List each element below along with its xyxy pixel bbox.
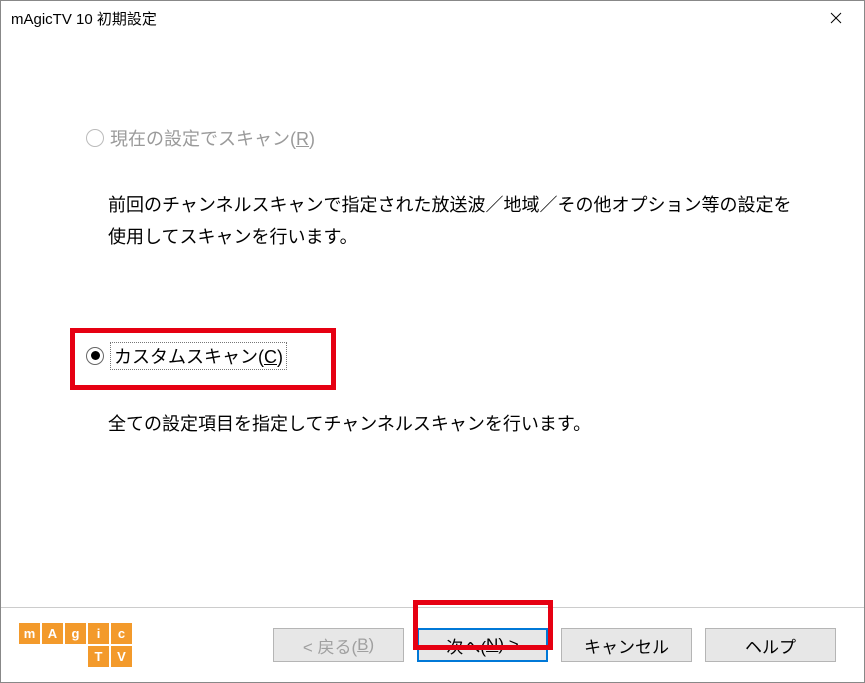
logo-letter: A bbox=[42, 623, 63, 644]
close-icon bbox=[830, 12, 842, 24]
logo-row-1: m A g i c bbox=[19, 623, 132, 644]
dialog-window: mAgicTV 10 初期設定 現在の設定でスキャン(R) 前回のチャンネルスキ… bbox=[0, 0, 865, 683]
help-button[interactable]: ヘルプ bbox=[705, 628, 836, 662]
cancel-button[interactable]: キャンセル bbox=[561, 628, 692, 662]
logo-letter: i bbox=[88, 623, 109, 644]
footer: m A g i c T V < 戻る(B) 次へ(N) > キャンセル ヘルプ bbox=[1, 607, 864, 682]
option-current-scan: 現在の設定でスキャン(R) 前回のチャンネルスキャンで指定された放送波／地域／そ… bbox=[86, 125, 804, 254]
option-current-desc: 前回のチャンネルスキャンで指定された放送波／地域／その他オプション等の設定を使用… bbox=[108, 189, 804, 254]
logo-letter: V bbox=[111, 646, 132, 667]
back-button: < 戻る(B) bbox=[273, 628, 404, 662]
logo-letter: m bbox=[19, 623, 40, 644]
radio-label: カスタムスキャン(C) bbox=[110, 342, 287, 370]
radio-current-scan[interactable]: 現在の設定でスキャン(R) bbox=[86, 125, 804, 151]
logo-letter: c bbox=[111, 623, 132, 644]
window-title: mAgicTV 10 初期設定 bbox=[11, 8, 157, 29]
logo-letter: g bbox=[65, 623, 86, 644]
logo-letter: T bbox=[88, 646, 109, 667]
option-custom-desc: 全ての設定項目を指定してチャンネルスキャンを行います。 bbox=[108, 408, 804, 440]
radio-custom-scan[interactable]: カスタムスキャン(C) bbox=[86, 342, 804, 370]
close-button[interactable] bbox=[816, 4, 856, 32]
radio-label: 現在の設定でスキャン(R) bbox=[110, 125, 315, 151]
radio-icon bbox=[86, 129, 104, 147]
next-button[interactable]: 次へ(N) > bbox=[417, 628, 548, 662]
radio-icon-selected bbox=[86, 347, 104, 365]
content-area: 現在の設定でスキャン(R) 前回のチャンネルスキャンで指定された放送波／地域／そ… bbox=[1, 35, 864, 607]
logo: m A g i c T V bbox=[19, 623, 132, 667]
logo-row-2: T V bbox=[19, 646, 132, 667]
titlebar: mAgicTV 10 初期設定 bbox=[1, 1, 864, 35]
option-custom-scan: カスタムスキャン(C) 全ての設定項目を指定してチャンネルスキャンを行います。 bbox=[86, 342, 804, 440]
